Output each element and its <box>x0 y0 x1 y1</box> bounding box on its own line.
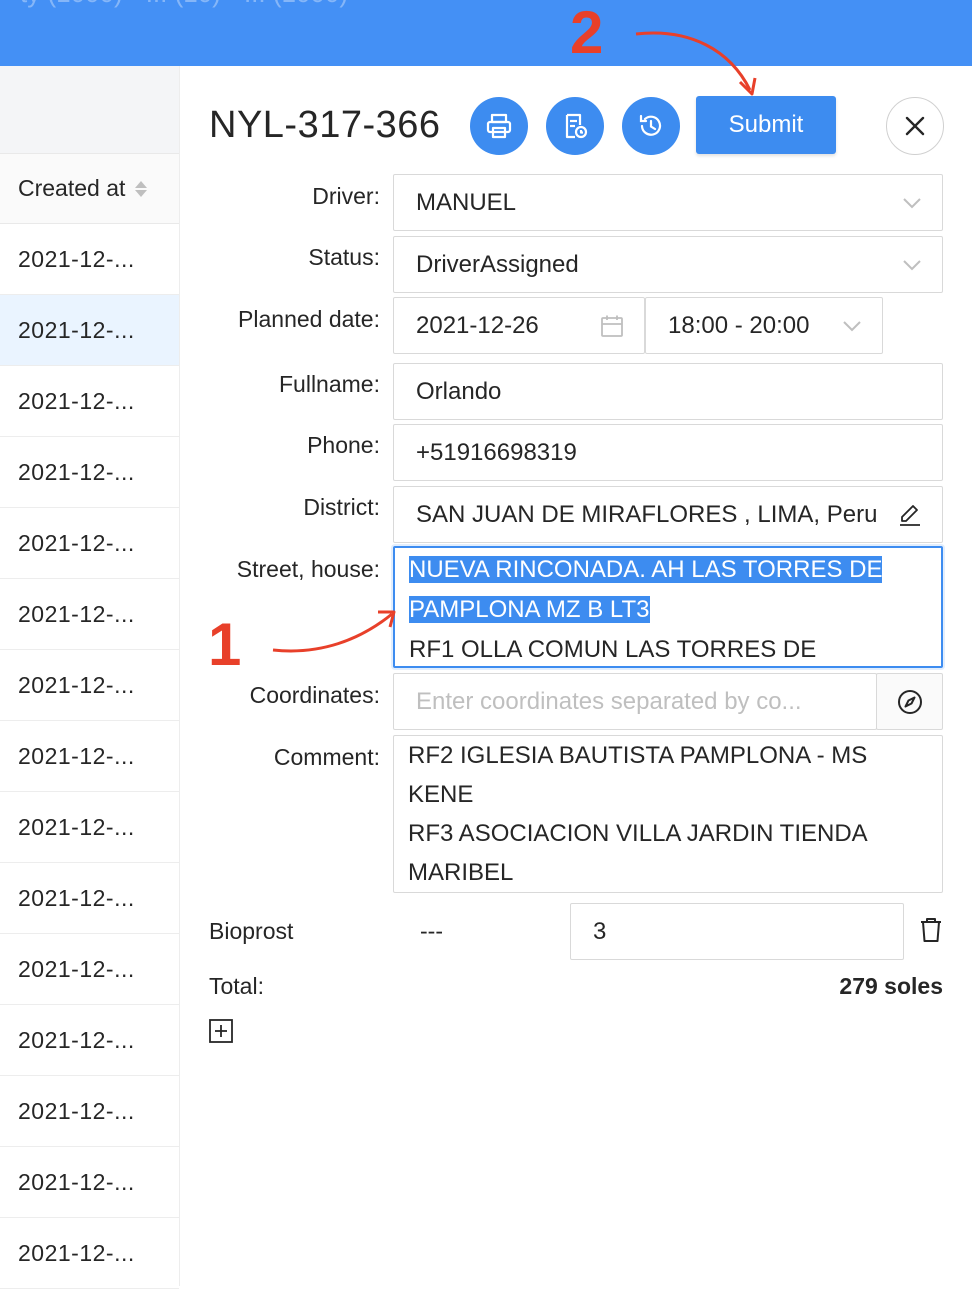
calendar-icon <box>601 315 623 337</box>
comment-textarea[interactable]: RF2 IGLESIA BAUTISTA PAMPLONA - MS KENE … <box>393 735 943 893</box>
district-value: SAN JUAN DE MIRAFLORES , LIMA, Peru <box>416 500 878 528</box>
column-header-label: Created at <box>18 175 126 201</box>
order-edit-drawer: NYL-317-366 Submit Driver: MANUEL Status… <box>180 66 972 1286</box>
annotation-2: 2 <box>570 0 604 66</box>
fullname-input[interactable]: Orlando <box>393 363 943 420</box>
table-row[interactable]: 2021-12-... <box>0 437 179 508</box>
table-row[interactable]: 2021-12-... <box>0 721 179 792</box>
quantity-input[interactable]: 3 <box>570 903 904 960</box>
created-at-cell: 2021-12-... <box>18 884 135 911</box>
created-at-cell: 2021-12-... <box>18 1097 135 1124</box>
driver-select[interactable]: MANUEL <box>393 174 943 231</box>
close-button[interactable] <box>886 97 944 155</box>
coordinates-label: Coordinates: <box>249 682 380 708</box>
table-row[interactable]: 2021-12-... <box>0 863 179 934</box>
coordinates-placeholder: Enter coordinates separated by co... <box>416 687 802 715</box>
chevron-down-icon <box>903 197 921 208</box>
created-at-cell: 2021-12-... <box>18 671 135 698</box>
document-status-button[interactable] <box>546 97 604 155</box>
annotation-1: 1 <box>208 611 242 678</box>
phone-label: Phone: <box>307 432 380 458</box>
table-row[interactable]: 2021-12-... <box>0 579 179 650</box>
comment-line: KENE <box>408 781 474 808</box>
header-text: ty (1000) · ... (10) · ... (1000) <box>20 0 348 9</box>
driver-label: Driver: <box>312 183 380 209</box>
coordinates-input[interactable]: Enter coordinates separated by co... <box>393 673 877 730</box>
status-label: Status: <box>308 244 380 270</box>
table-row[interactable]: 2021-12-... <box>0 934 179 1005</box>
product-name: Bioprost <box>209 918 294 944</box>
plus-square-icon[interactable] <box>209 1019 233 1043</box>
submit-button[interactable]: Submit <box>696 96 836 154</box>
table-row[interactable]: 2021-12-... <box>0 792 179 863</box>
history-button[interactable] <box>622 97 680 155</box>
time-slot-select[interactable]: 18:00 - 20:00 <box>645 297 883 354</box>
table-row-selected[interactable]: 2021-12-... <box>0 295 179 366</box>
product-dash: --- <box>420 918 443 944</box>
district-label: District: <box>303 494 380 520</box>
created-at-cell: 2021-12-... <box>18 458 135 485</box>
trash-icon[interactable] <box>919 917 943 943</box>
planned-date-label: Planned date: <box>238 306 380 332</box>
status-value: DriverAssigned <box>416 250 579 278</box>
created-at-cell: 2021-12-... <box>18 1026 135 1053</box>
driver-value: MANUEL <box>416 188 517 216</box>
planned-date-picker[interactable]: 2021-12-26 <box>393 297 645 354</box>
created-at-cell: 2021-12-... <box>18 387 135 414</box>
street-house-textarea[interactable]: NUEVA RINCONADA. AH LAS TORRES DE PAMPLO… <box>393 546 943 668</box>
chevron-down-icon <box>843 320 861 331</box>
locate-button[interactable] <box>876 673 943 730</box>
top-header-bar: ty (1000) · ... (10) · ... (1000) <box>0 0 972 66</box>
order-id-title: NYL-317-366 <box>209 104 441 146</box>
planned-date-value: 2021-12-26 <box>416 311 539 339</box>
column-header-created-at[interactable]: Created at <box>0 154 179 224</box>
created-at-cell: 2021-12-... <box>18 245 135 272</box>
close-icon <box>905 116 925 136</box>
document-clock-icon <box>565 113 588 139</box>
comment-line: RF3 ASOCIACION VILLA JARDIN TIENDA <box>408 820 868 847</box>
comment-label: Comment: <box>273 744 380 770</box>
quantity-value: 3 <box>593 917 607 945</box>
edit-icon[interactable] <box>898 503 922 527</box>
phone-input[interactable]: +51916698319 <box>393 424 943 481</box>
total-value: 279 soles <box>839 973 943 999</box>
fullname-value: Orlando <box>416 377 502 405</box>
status-select[interactable]: DriverAssigned <box>393 236 943 293</box>
street-line: RF1 OLLA COMUN LAS TORRES DE <box>409 636 817 663</box>
comment-line: MARIBEL <box>408 859 514 886</box>
time-slot-value: 18:00 - 20:00 <box>668 311 810 339</box>
table-toolbar <box>0 66 179 154</box>
compass-icon <box>897 689 922 714</box>
fullname-label: Fullname: <box>279 371 380 397</box>
street-line-selected: PAMPLONA MZ B LT3 <box>409 596 650 623</box>
comment-line: RF2 IGLESIA BAUTISTA PAMPLONA - MS <box>408 742 868 769</box>
created-at-cell: 2021-12-... <box>18 1239 135 1266</box>
created-at-cell: 2021-12-... <box>18 955 135 982</box>
chevron-down-icon <box>903 259 921 270</box>
print-button[interactable] <box>470 97 528 155</box>
table-row[interactable]: 2021-12-... <box>0 1218 179 1289</box>
table-row[interactable]: 2021-12-... <box>0 1076 179 1147</box>
table-row[interactable]: 2021-12-... <box>0 508 179 579</box>
created-at-cell: 2021-12-... <box>18 813 135 840</box>
created-at-cell: 2021-12-... <box>18 316 135 343</box>
created-at-cell: 2021-12-... <box>18 742 135 769</box>
street-house-label: Street, house: <box>236 556 380 582</box>
table-row[interactable]: 2021-12-... <box>0 1147 179 1218</box>
district-field[interactable]: SAN JUAN DE MIRAFLORES , LIMA, Peru <box>393 486 943 543</box>
table-row[interactable]: 2021-12-... <box>0 366 179 437</box>
table-row[interactable]: 2021-12-... <box>0 650 179 721</box>
phone-value: +51916698319 <box>416 438 577 466</box>
table-row[interactable]: 2021-12-... <box>0 224 179 295</box>
created-at-cell: 2021-12-... <box>18 600 135 627</box>
table-row[interactable]: 2021-12-... <box>0 1005 179 1076</box>
total-label: Total: <box>209 973 264 999</box>
created-at-cell: 2021-12-... <box>18 529 135 556</box>
sort-icon[interactable] <box>135 180 148 197</box>
history-icon <box>639 114 662 136</box>
print-icon <box>486 113 512 139</box>
orders-table: Created at 2021-12-... 2021-12-... 2021-… <box>0 66 180 1289</box>
street-line-selected: NUEVA RINCONADA. AH LAS TORRES DE <box>409 556 883 583</box>
created-at-cell: 2021-12-... <box>18 1168 135 1195</box>
